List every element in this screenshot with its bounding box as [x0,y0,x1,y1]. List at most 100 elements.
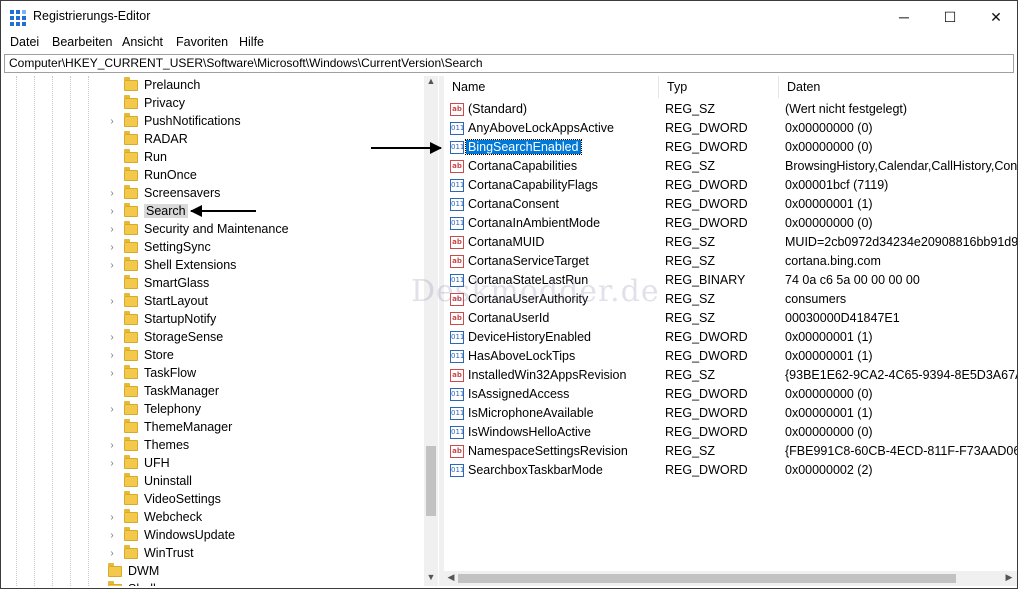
menu-hilfe[interactable]: Hilfe [239,35,264,49]
tree-item[interactable]: › TaskFlow [106,364,196,382]
column-header-name[interactable]: Name [444,76,659,98]
value-row[interactable]: 011 HasAboveLockTips REG_DWORD 0x00000001 (… [444,347,1017,366]
tree-item[interactable]: › Webcheck [106,508,202,526]
list-scroll-thumb[interactable] [458,574,956,583]
expand-chevron-icon[interactable]: › [106,368,118,379]
value-row[interactable]: 011 CortanaCapabilityFlags REG_DWORD 0x0000… [444,176,1017,195]
expand-chevron-icon[interactable]: › [106,404,118,415]
title-bar[interactable]: Registrierungs-Editor ─ ☐ ✕ [1,1,1017,33]
expand-chevron-icon[interactable]: › [106,296,118,307]
maximize-button[interactable]: ☐ [927,1,973,33]
close-button[interactable]: ✕ [973,1,1017,33]
value-row[interactable]: 011 CortanaInAmbientMode REG_DWORD 0x000000… [444,214,1017,233]
value-row[interactable]: 011 DeviceHistoryEnabled REG_DWORD 0x000000… [444,328,1017,347]
menu-datei[interactable]: Datei [10,35,39,49]
tree-item[interactable]: › PushNotifications [106,112,241,130]
expand-chevron-icon[interactable]: › [106,440,118,451]
value-data: {93BE1E62-9CA2-4C65-9394-8E5D3A67AC91 [785,368,1017,382]
scroll-right-arrow-icon[interactable]: ▶ [1002,572,1016,583]
value-row[interactable]: 011 CortanaConsent REG_DWORD 0x00000001 (1) [444,195,1017,214]
scroll-left-arrow-icon[interactable]: ◀ [444,572,458,583]
value-row[interactable]: 011 IsMicrophoneAvailable REG_DWORD 0x00000… [444,404,1017,423]
tree-item[interactable]: StartupNotify [106,310,216,328]
tree-item[interactable]: › Store [106,346,174,364]
expand-chevron-icon[interactable]: › [106,206,118,217]
folder-icon [124,202,138,217]
value-name: CortanaInAmbientMode [468,216,601,230]
tree-item[interactable]: › Search [106,202,188,220]
tree-item[interactable]: › StartLayout [106,292,208,310]
expand-chevron-icon[interactable]: › [106,224,118,235]
watermark: Deskmodder.de [411,274,660,309]
value-name: (Standard) [468,102,528,116]
tree-item[interactable]: › SettingSync [106,238,211,256]
tree-item[interactable]: RunOnce [106,166,197,184]
value-data: BrowsingHistory,Calendar,CallHistory,Con… [785,159,1017,173]
address-bar[interactable]: Computer\HKEY_CURRENT_USER\Software\Micr… [4,54,1014,73]
value-data: 0x00000000 (0) [785,121,873,135]
folder-icon [124,346,138,361]
value-row[interactable]: 011 AnyAboveLockAppsActive REG_DWORD 0x0000… [444,119,1017,138]
tree-item[interactable]: › Themes [106,436,189,454]
column-header-data[interactable]: Daten [779,76,1017,98]
value-type: REG_SZ [665,254,716,268]
column-header-type[interactable]: Typ [659,76,779,98]
tree-item[interactable]: TaskManager [106,382,219,400]
tree-item[interactable]: › Shell Extensions [106,256,236,274]
list-horizontal-scrollbar[interactable]: ◀ ▶ [444,571,1017,586]
tree-item[interactable]: SmartGlass [106,274,209,292]
tree-guide-line [34,76,35,586]
tree-item[interactable]: Uninstall [106,472,192,490]
tree-item[interactable]: › WindowsUpdate [106,526,235,544]
value-row[interactable]: ab CortanaMUID REG_SZ MUID=2cb0972d34234e20… [444,233,1017,252]
value-row[interactable]: ab CortanaUserId REG_SZ 00030000D41847E1 [444,309,1017,328]
value-type: REG_DWORD [665,121,748,135]
folder-icon [124,76,138,91]
value-row[interactable]: ab (Standard) REG_SZ (Wert nicht festgelegt… [444,100,1017,119]
expand-chevron-icon[interactable]: › [106,188,118,199]
expand-chevron-icon[interactable]: › [106,116,118,127]
expand-chevron-icon[interactable]: › [106,332,118,343]
scroll-up-arrow-icon[interactable]: ▲ [424,76,438,86]
menu-favoriten[interactable]: Favoriten [176,35,228,49]
expand-chevron-icon[interactable]: › [106,458,118,469]
expand-chevron-icon[interactable]: › [106,530,118,541]
value-row[interactable]: 011 SearchboxTaskbarMode REG_DWORD 0x000000… [444,461,1017,480]
value-row[interactable]: ab CortanaCapabilities REG_SZ BrowsingHisto… [444,157,1017,176]
menu-ansicht[interactable]: Ansicht [122,35,163,49]
tree-item[interactable]: DWM [90,562,159,580]
value-row[interactable]: 011 IsWindowsHelloActive REG_DWORD 0x000000… [444,423,1017,442]
tree-item[interactable]: Prelaunch [106,76,200,94]
value-name: CortanaServiceTarget [468,254,589,268]
tree-item[interactable]: ThemeManager [106,418,232,436]
tree-item[interactable]: RADAR [106,130,188,148]
tree-item[interactable]: Privacy [106,94,185,112]
tree-item[interactable]: VideoSettings [106,490,221,508]
tree-item[interactable]: › Security and Maintenance [106,220,289,238]
tree-item[interactable]: › UFH [106,454,170,472]
expand-chevron-icon[interactable]: › [106,350,118,361]
expand-chevron-icon[interactable]: › [106,260,118,271]
tree-item[interactable]: Run [106,148,167,166]
minimize-button[interactable]: ─ [881,1,927,33]
tree-item[interactable]: Shell [90,580,156,586]
scroll-down-arrow-icon[interactable]: ▼ [424,572,438,582]
tree-item[interactable]: › StorageSense [106,328,223,346]
folder-icon [124,166,138,181]
expand-chevron-icon[interactable]: › [106,512,118,523]
tree-item[interactable]: › WinTrust [106,544,194,562]
value-row[interactable]: 011 IsAssignedAccess REG_DWORD 0x00000000 (… [444,385,1017,404]
tree-item[interactable]: › Screensavers [106,184,220,202]
value-row[interactable]: ab NamespaceSettingsRevision REG_SZ {FBE991… [444,442,1017,461]
tree-scroll-thumb[interactable] [426,446,436,516]
value-row[interactable]: ab CortanaServiceTarget REG_SZ cortana.bing… [444,252,1017,271]
expand-chevron-icon[interactable]: › [106,548,118,559]
string-value-icon: ab [450,312,464,325]
value-row[interactable]: 011 BingSearchEnabled REG_DWORD 0x00000000 … [444,138,1017,157]
tree-item[interactable]: › Telephony [106,400,201,418]
menu-bearbeiten[interactable]: Bearbeiten [52,35,112,49]
key-tree[interactable]: Prelaunch Privacy › PushNotifications RADAR R… [4,76,440,586]
folder-icon [124,130,138,145]
expand-chevron-icon[interactable]: › [106,242,118,253]
value-row[interactable]: ab InstalledWin32AppsRevision REG_SZ {93BE1… [444,366,1017,385]
